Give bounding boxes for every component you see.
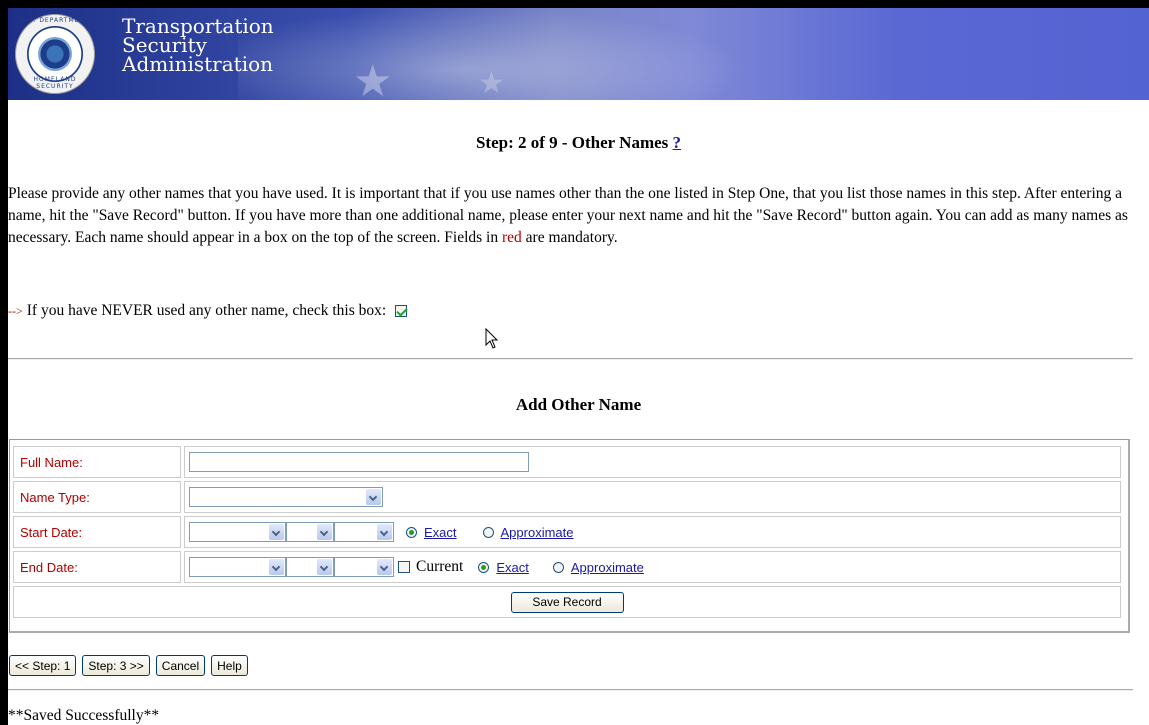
chevron-down-icon [317,559,332,575]
chevron-down-icon [269,559,284,575]
agency-line-3: Administration [122,52,274,76]
full-name-input[interactable] [189,452,529,472]
status-message: **Saved Successfully** [8,707,160,724]
instructions-text-end: are mandatory. [521,229,618,246]
end-date-cell: Current Exact Approximate [184,551,1121,583]
current-label: Current [416,558,464,575]
form-title: Add Other Name [515,395,642,414]
name-type-cell [184,481,1121,513]
end-approximate-radio[interactable] [552,561,564,573]
flag-wave-decoration [238,8,798,100]
save-record-button[interactable]: Save Record [510,591,624,613]
chevron-down-icon [269,524,284,540]
instructions-red-word: red [501,229,522,246]
header-banner: ★ ★ U.S. DEPARTMENT HOMELAND SECURITY Tr… [8,8,1149,100]
seal-bottom-text: HOMELAND SECURITY [33,76,77,90]
help-button[interactable]: Help [211,655,248,676]
star-icon: ★ [478,66,505,100]
save-row: Save Record [13,586,1121,618]
start-exact-label[interactable]: Exact [424,525,457,540]
instructions: Please provide any other names that you … [8,183,1143,249]
start-date-label: Start Date: [20,524,83,540]
divider [8,689,1133,691]
end-exact-label[interactable]: Exact [496,560,529,575]
never-used-row: --> If you have NEVER used any other nam… [8,302,408,320]
chevron-down-icon [377,559,392,575]
start-day-select[interactable] [286,522,334,542]
seal-top-text: U.S. DEPARTMENT [20,17,90,24]
end-month-select[interactable] [189,557,286,577]
name-type-label: Name Type: [20,489,90,505]
dhs-seal-logo: U.S. DEPARTMENT HOMELAND SECURITY [15,14,95,94]
agency-name: Transportation Security Administration [122,16,274,76]
start-month-select[interactable] [189,522,286,542]
step-title-text: Step: 2 of 9 - Other Names [475,133,669,152]
add-name-form: Full Name: Name Type: Start Date: Exact … [9,439,1130,633]
start-date-label-cell: Start Date: [13,516,181,548]
chevron-down-icon [377,524,392,540]
full-name-cell [184,446,1121,478]
start-exact-radio[interactable] [406,526,417,538]
full-name-label: Full Name: [20,454,83,470]
end-exact-radio[interactable] [478,561,490,573]
end-date-label-cell: End Date: [13,551,181,583]
chevron-down-icon [317,524,332,540]
end-day-select[interactable] [286,557,334,577]
start-approximate-radio[interactable] [482,526,494,538]
end-approximate-label[interactable]: Approximate [571,560,644,575]
current-checkbox[interactable] [398,561,410,573]
never-used-checkbox[interactable] [395,305,408,317]
arrow-indicator: --> [8,303,23,318]
end-year-select[interactable] [334,557,394,577]
cancel-button[interactable]: Cancel [155,655,206,676]
star-icon: ★ [353,56,393,100]
eagle-icon [38,37,72,71]
start-approximate-label[interactable]: Approximate [501,525,574,540]
start-date-cell: Exact Approximate [184,516,1121,548]
divider [8,358,1133,360]
full-name-label-cell: Full Name: [13,446,181,478]
end-date-label: End Date: [20,559,78,575]
navigation-buttons: << Step: 1 Step: 3 >> Cancel Help [9,655,248,676]
chevron-down-icon [366,489,381,505]
name-type-label-cell: Name Type: [13,481,181,513]
page-title: Step: 2 of 9 - Other Names ? [8,133,1149,153]
never-used-label: If you have NEVER used any other name, c… [26,302,387,319]
next-step-button[interactable]: Step: 3 >> [82,655,150,676]
start-year-select[interactable] [334,522,394,542]
mouse-cursor-icon [485,328,499,349]
help-link[interactable]: ? [673,133,682,152]
previous-step-button[interactable]: << Step: 1 [9,655,77,676]
name-type-select[interactable] [189,487,383,507]
page: ★ ★ U.S. DEPARTMENT HOMELAND SECURITY Tr… [8,8,1149,725]
